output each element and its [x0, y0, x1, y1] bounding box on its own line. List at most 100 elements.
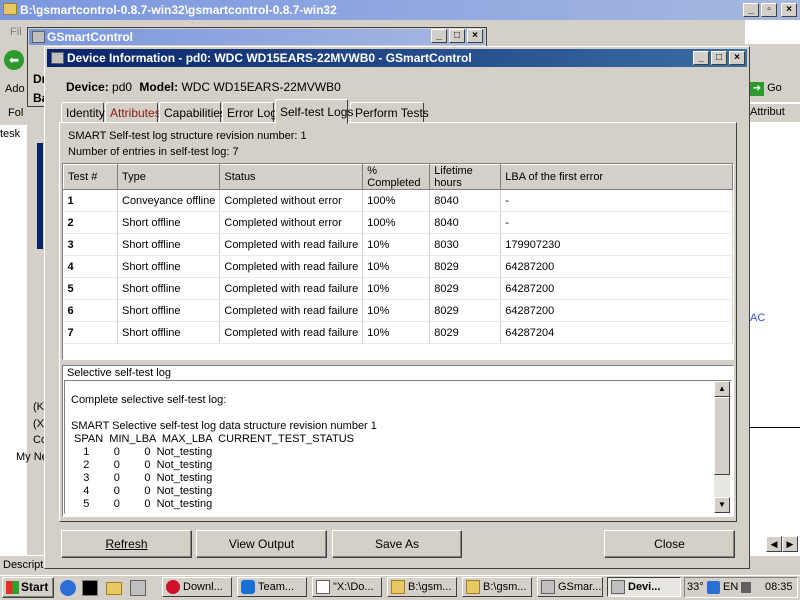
table-row[interactable]: 7 Short offline Completed with read fail…	[63, 321, 733, 344]
gsc-close-button[interactable]: ×	[467, 29, 483, 43]
table-row[interactable]: 5 Short offline Completed with read fail…	[63, 277, 733, 300]
task-explorer-1[interactable]: B:\gsm...	[387, 577, 457, 597]
gsc-back-icon[interactable]: ⬅	[4, 50, 24, 70]
task-device-info[interactable]: Devi...	[607, 577, 681, 597]
close-button[interactable]: ×	[781, 3, 797, 17]
cell-type: Short offline	[117, 255, 221, 278]
table-row[interactable]: 6 Short offline Completed with read fail…	[63, 299, 733, 322]
dialog-title: Device Information - pd0: WDC WD15EARS-2…	[67, 51, 472, 65]
task-explorer-2[interactable]: B:\gsm...	[462, 577, 532, 597]
gsc-titlebar[interactable]: GSmartControl _ □ ×	[29, 29, 485, 45]
quicklaunch-disk-icon[interactable]	[130, 580, 146, 596]
cell-type: Short offline	[117, 277, 221, 300]
tab-perform-tests[interactable]: Perform Tests	[350, 102, 429, 123]
gsmartcontrol-icon	[541, 580, 555, 594]
cell-lifetime-hours: 8029	[429, 321, 502, 344]
view-output-button[interactable]: View Output	[196, 530, 327, 558]
table-row[interactable]: 1 Conveyance offline Completed without e…	[63, 189, 733, 212]
save-as-button[interactable]: Save As	[332, 530, 462, 558]
cell-lba: 64287200	[500, 299, 733, 322]
tab-capabilities[interactable]: Capabilities	[159, 102, 226, 123]
gsc-maximize-button[interactable]: □	[449, 29, 465, 43]
task-gsmartcontrol[interactable]: GSmar...	[537, 577, 603, 597]
opera-icon	[166, 580, 180, 594]
folder-icon	[466, 580, 480, 594]
go-arrow-icon: ➜	[750, 82, 764, 96]
cell-lifetime-hours: 8040	[429, 189, 502, 212]
dialog-close-button[interactable]: ×	[729, 51, 745, 65]
tab-error-log[interactable]: Error Log	[222, 102, 277, 123]
close-label: Close	[654, 537, 685, 551]
dialog-maximize-button[interactable]: □	[711, 51, 727, 65]
cell-status: Completed without error	[219, 211, 364, 234]
minimize-button[interactable]: _	[743, 3, 759, 17]
quicklaunch-cmd-icon[interactable]	[82, 580, 98, 596]
cell-lifetime-hours: 8029	[429, 299, 502, 322]
col-header-completed[interactable]: % Completed	[362, 164, 431, 190]
refresh-label: Refresh	[105, 537, 148, 551]
bg-left-tree-item-x[interactable]: (X	[33, 418, 44, 430]
col-header-status[interactable]: Status	[219, 164, 364, 190]
selective-log-textview[interactable]: Complete selective self-test log: SMART …	[64, 380, 732, 514]
tab-identity[interactable]: Identity	[61, 102, 105, 123]
bg-left-tree-item-myne[interactable]: My Ne	[16, 451, 48, 463]
cell-lifetime-hours: 8029	[429, 255, 502, 278]
col-header-lifetime-hours[interactable]: Lifetime hours	[429, 164, 502, 190]
tab-attributes[interactable]: Attributes	[105, 102, 161, 123]
table-header-row: Test # Type Status % Completed Lifetime …	[63, 164, 733, 190]
go-button[interactable]: ➜ Go	[750, 80, 796, 98]
close-dialog-button[interactable]: Close	[604, 530, 735, 558]
bg-column-header-attributes[interactable]: Attribut	[745, 104, 800, 122]
dialog-titlebar[interactable]: Device Information - pd0: WDC WD15EARS-2…	[47, 49, 747, 67]
tab-attributes-label: Attributes	[110, 106, 161, 120]
tab-self-test-logs[interactable]: Self-test Logs	[275, 99, 353, 124]
cell-lba: 64287200	[500, 277, 733, 300]
bg-right-scrollbar-right[interactable]: ▶	[782, 536, 798, 552]
bg-menu-fragment[interactable]: Fil	[10, 26, 22, 38]
volume-icon[interactable]	[741, 582, 751, 593]
bg-left-label-tesk: tesk	[0, 128, 21, 140]
col-header-lba-first-error[interactable]: LBA of the first error	[500, 164, 733, 190]
restore-button[interactable]: ▫	[761, 3, 777, 17]
cell-test-num: 5	[63, 277, 118, 300]
bg-left-tree-item-k[interactable]: (K	[33, 401, 44, 413]
bg-status-description: Descripti	[3, 559, 46, 571]
task-downloads[interactable]: Downl...	[162, 577, 232, 597]
cell-type: Conveyance offline	[117, 189, 221, 212]
cell-lba: -	[500, 211, 733, 234]
quicklaunch-folder-icon[interactable]	[106, 582, 122, 595]
table-row[interactable]: 3 Short offline Completed with read fail…	[63, 233, 733, 256]
cell-type: Short offline	[117, 299, 221, 322]
language-indicator[interactable]: EN	[723, 578, 738, 597]
device-info-line: Device: pd0 Model: WDC WD15EARS-22MVWB0	[66, 80, 341, 94]
cell-test-num: 7	[63, 321, 118, 344]
cell-status: Completed without error	[219, 189, 364, 212]
cell-lba: 64287200	[500, 255, 733, 278]
scroll-thumb[interactable]	[714, 397, 730, 475]
selective-log-scrollbar[interactable]: ▲ ▼	[714, 381, 730, 513]
table-row[interactable]: 2 Short offline Completed without error …	[63, 211, 733, 234]
scroll-up-arrow-icon[interactable]: ▲	[714, 381, 730, 397]
gsc-title: GSmartControl	[47, 30, 134, 44]
refresh-button[interactable]: Refresh	[61, 530, 192, 558]
gsc-minimize-button[interactable]: _	[431, 29, 447, 43]
cell-lifetime-hours: 8040	[429, 211, 502, 234]
task-teamviewer[interactable]: Team...	[237, 577, 307, 597]
bg-right-scrollbar-left[interactable]: ◀	[766, 536, 782, 552]
start-button[interactable]: Start	[2, 577, 54, 598]
tray-app-icon[interactable]	[707, 581, 720, 594]
cell-completed: 10%	[362, 277, 431, 300]
col-header-test-num[interactable]: Test #	[63, 164, 118, 190]
selective-log-text: Complete selective self-test log: SMART …	[71, 394, 377, 510]
quicklaunch-ie-icon[interactable]	[60, 580, 76, 596]
cell-type: Short offline	[117, 233, 221, 256]
dialog-minimize-button[interactable]: _	[693, 51, 709, 65]
self-test-table-frame: Test # Type Status % Completed Lifetime …	[62, 163, 734, 360]
bg-window-titlebar[interactable]: B:\gsmartcontrol-0.8.7-win32\gsmartcontr…	[0, 0, 800, 20]
task-x-doc[interactable]: "X:\Do...	[312, 577, 382, 597]
table-row[interactable]: 4 Short offline Completed with read fail…	[63, 255, 733, 278]
scroll-down-arrow-icon[interactable]: ▼	[714, 497, 730, 513]
cell-completed: 10%	[362, 233, 431, 256]
col-header-type[interactable]: Type	[116, 164, 221, 190]
tab-identity-label: Identity	[66, 106, 105, 120]
